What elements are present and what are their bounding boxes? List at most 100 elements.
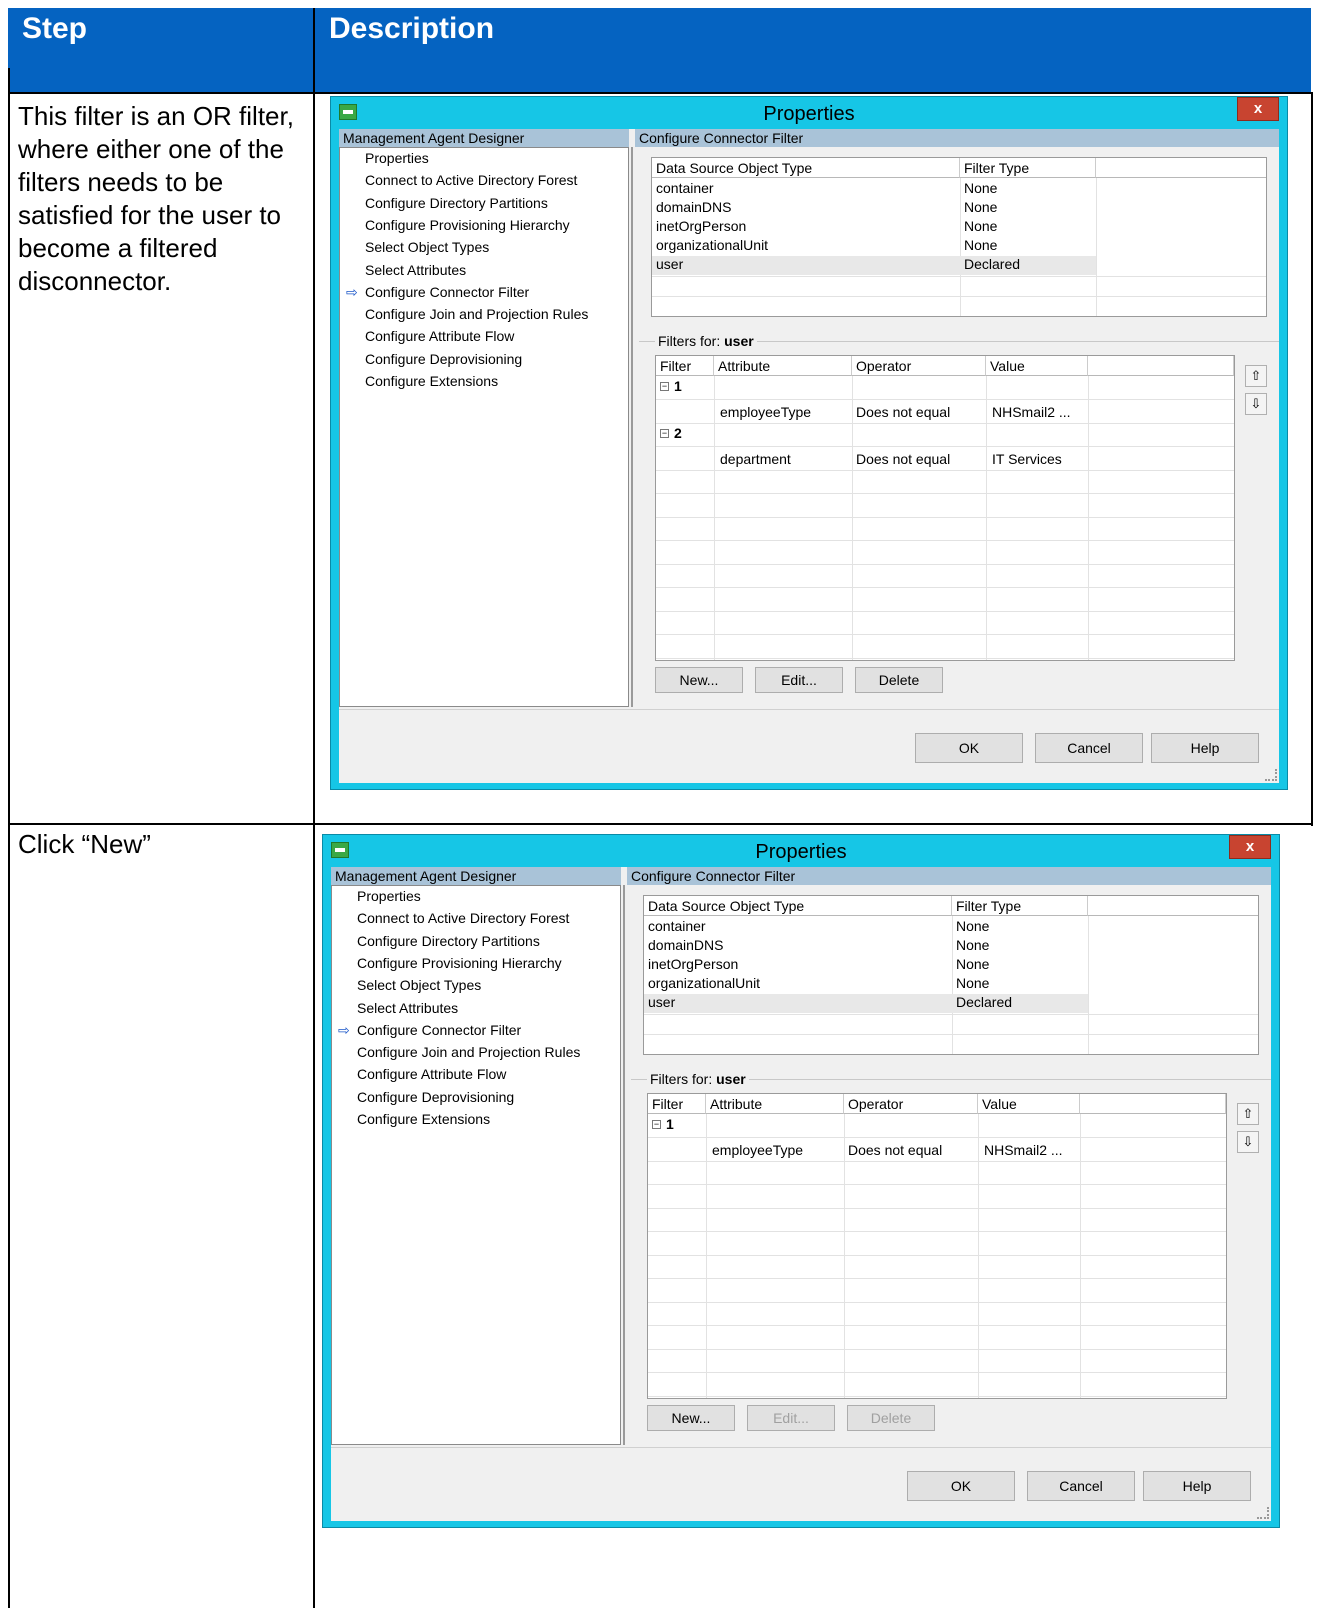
title-bar[interactable]: Properties x <box>323 835 1279 867</box>
nav-item[interactable]: Select Object Types <box>365 239 489 255</box>
object-type-row[interactable]: domainDNS None <box>652 199 1096 218</box>
grid-line <box>644 1014 1258 1015</box>
grid-line <box>648 1395 1226 1397</box>
nav-item[interactable]: Configure Directory Partitions <box>357 933 540 949</box>
column-header-filter-type[interactable]: Filter Type <box>960 158 1096 178</box>
nav-item[interactable]: Properties <box>357 888 421 904</box>
ok-button[interactable]: OK <box>907 1471 1015 1501</box>
nav-item[interactable]: Connect to Active Directory Forest <box>357 910 569 926</box>
new-button[interactable]: New... <box>647 1405 735 1431</box>
grid-line <box>644 1034 1258 1035</box>
new-button[interactable]: New... <box>655 667 743 693</box>
help-button[interactable]: Help <box>1143 1471 1251 1501</box>
nav-item[interactable]: Configure Provisioning Hierarchy <box>365 217 570 233</box>
edit-button[interactable]: Edit... <box>755 667 843 693</box>
filters-for-value: user <box>724 333 754 349</box>
object-type-row[interactable]: organizationalUnit None <box>652 237 1096 256</box>
nav-item[interactable]: Configure Provisioning Hierarchy <box>357 955 562 971</box>
nav-item[interactable]: Configure Join and Projection Rules <box>365 306 588 322</box>
collapse-icon[interactable]: − <box>660 429 669 438</box>
filter-group-row[interactable]: −1 <box>656 378 1234 400</box>
filter-column-header[interactable]: Attribute <box>714 356 852 376</box>
filter-column-header[interactable]: Value <box>978 1094 1080 1114</box>
step-text-1: This filter is an OR filter, where eithe… <box>18 101 294 296</box>
grid-line <box>652 296 1266 297</box>
nav-item[interactable]: Configure Directory Partitions <box>365 195 548 211</box>
cancel-button[interactable]: Cancel <box>1027 1471 1135 1501</box>
object-type-name: user <box>648 994 676 1010</box>
move-up-icon[interactable]: ⇧ <box>1245 365 1267 387</box>
left-pane-header: Management Agent Designer <box>339 129 629 147</box>
filters-for-caption: Filters for: user <box>655 333 757 349</box>
nav-item[interactable]: Select Attributes <box>357 1000 458 1016</box>
close-button[interactable]: x <box>1229 835 1271 859</box>
nav-item[interactable]: Configure Extensions <box>365 373 498 389</box>
filter-table: Filter Attribute Operator Value −1 employeeTy… <box>655 355 1235 661</box>
filter-column-header[interactable]: Filter <box>648 1094 706 1114</box>
object-type-row[interactable]: inetOrgPerson None <box>652 218 1096 237</box>
object-type-row[interactable]: container None <box>652 180 1096 199</box>
move-up-icon[interactable]: ⇧ <box>1237 1103 1259 1125</box>
object-type-row[interactable]: domainDNS None <box>644 937 1088 956</box>
help-button[interactable]: Help <box>1151 733 1259 763</box>
filter-condition-row[interactable]: employeeType Does not equal NHSmail2 ... <box>656 402 1234 424</box>
move-down-icon[interactable]: ⇩ <box>1245 393 1267 415</box>
filter-condition-row[interactable]: employeeType Does not equal NHSmail2 ... <box>648 1140 1226 1162</box>
filter-column-header[interactable]: Filter <box>656 356 714 376</box>
filter-attribute: employeeType <box>720 404 812 420</box>
column-header-object-type[interactable]: Data Source Object Type <box>652 158 960 178</box>
grid-line <box>648 1301 1226 1303</box>
nav-item[interactable]: Configure Deprovisioning <box>365 351 522 367</box>
object-filter-type: None <box>964 180 998 196</box>
cancel-button[interactable]: Cancel <box>1035 733 1143 763</box>
pane-separator <box>631 147 633 707</box>
object-type-row[interactable]: organizationalUnit None <box>644 975 1088 994</box>
ok-button[interactable]: OK <box>915 733 1023 763</box>
object-type-row[interactable]: user Declared <box>644 994 1088 1013</box>
properties-dialog-1: Properties x Management Agent Designer Conf… <box>330 96 1288 790</box>
filter-column-header[interactable]: Value <box>986 356 1088 376</box>
filter-column-header-empty <box>1080 1094 1226 1114</box>
step-text-2: Click “New” <box>18 829 151 859</box>
nav-item[interactable]: Properties <box>365 150 429 166</box>
nav-item[interactable]: Configure Connector Filter <box>365 284 529 300</box>
resize-grip-icon[interactable] <box>1257 1507 1269 1519</box>
object-type-row[interactable]: inetOrgPerson None <box>644 956 1088 975</box>
close-button[interactable]: x <box>1237 97 1279 121</box>
filter-operator: Does not equal <box>856 451 951 467</box>
grid-line <box>648 1325 1226 1326</box>
filter-column-header[interactable]: Attribute <box>706 1094 844 1114</box>
nav-item[interactable]: Select Attributes <box>365 262 466 278</box>
title-bar[interactable]: Properties x <box>331 97 1287 129</box>
nav-item[interactable]: Configure Join and Projection Rules <box>357 1044 580 1060</box>
nav-item[interactable]: Configure Attribute Flow <box>365 328 514 344</box>
object-type-name: user <box>656 256 684 272</box>
object-type-row[interactable]: container None <box>644 918 1088 937</box>
column-header-filter-type[interactable]: Filter Type <box>952 896 1088 916</box>
filter-column-header[interactable]: Operator <box>852 356 986 376</box>
delete-button[interactable]: Delete <box>855 667 943 693</box>
filter-column-header[interactable]: Operator <box>844 1094 978 1114</box>
nav-item[interactable]: Configure Extensions <box>357 1111 490 1127</box>
collapse-icon[interactable]: − <box>652 1120 661 1129</box>
object-type-row[interactable]: user Declared <box>652 256 1096 275</box>
filter-group-row[interactable]: −1 <box>648 1116 1226 1138</box>
step-header: Step <box>22 12 88 45</box>
collapse-icon[interactable]: − <box>660 382 669 391</box>
move-down-icon[interactable]: ⇩ <box>1237 1131 1259 1153</box>
nav-item[interactable]: Configure Connector Filter <box>357 1022 521 1038</box>
edit-button[interactable]: Edit... <box>747 1405 835 1431</box>
nav-item[interactable]: Configure Attribute Flow <box>357 1066 506 1082</box>
object-filter-type: None <box>964 199 998 215</box>
column-header-object-type[interactable]: Data Source Object Type <box>644 896 952 916</box>
properties-dialog-2: Properties x Management Agent Designer Conf… <box>322 834 1280 1528</box>
resize-grip-icon[interactable] <box>1265 769 1277 781</box>
nav-item[interactable]: Connect to Active Directory Forest <box>365 172 577 188</box>
object-type-name: organizationalUnit <box>648 975 761 991</box>
nav-item[interactable]: Select Object Types <box>357 977 481 993</box>
filter-group-row[interactable]: −2 <box>656 425 1234 447</box>
filter-condition-row[interactable]: department Does not equal IT Services <box>656 449 1234 471</box>
nav-item[interactable]: Configure Deprovisioning <box>357 1089 514 1105</box>
delete-button[interactable]: Delete <box>847 1405 935 1431</box>
object-type-name: domainDNS <box>648 937 724 953</box>
